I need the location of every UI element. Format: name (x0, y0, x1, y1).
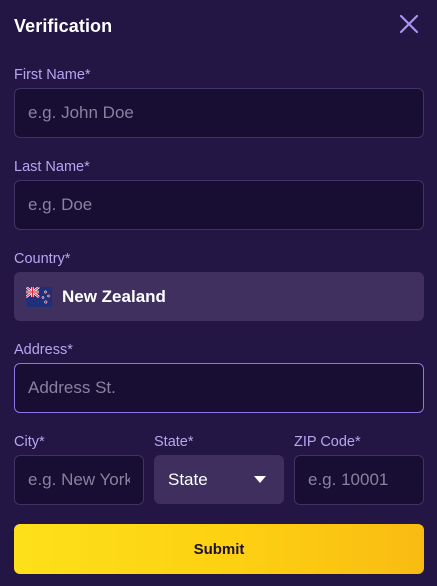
last-name-input[interactable] (14, 180, 424, 230)
submit-button[interactable]: Submit (14, 524, 424, 574)
zip-label: ZIP Code* (294, 434, 361, 450)
new-zealand-flag-icon (26, 286, 52, 307)
verification-modal: Verification First Name* Last Name* Coun… (0, 0, 437, 586)
zip-input[interactable] (294, 455, 424, 505)
close-icon[interactable] (398, 13, 420, 35)
first-name-label: First Name* (14, 67, 91, 83)
country-select[interactable]: New Zealand (14, 272, 424, 321)
state-selected-value: State (168, 469, 208, 489)
last-name-label: Last Name* (14, 159, 90, 175)
city-label: City* (14, 434, 45, 450)
close-button[interactable] (398, 13, 420, 35)
chevron-down-icon (254, 476, 266, 483)
country-selected-value: New Zealand (62, 286, 166, 306)
address-input[interactable] (14, 363, 424, 413)
city-input[interactable] (14, 455, 144, 505)
state-label: State* (154, 434, 194, 450)
state-select[interactable]: State (154, 455, 284, 504)
modal-title: Verification (14, 16, 113, 36)
country-label: Country* (14, 251, 71, 267)
first-name-input[interactable] (14, 88, 424, 138)
address-label: Address* (14, 342, 73, 358)
